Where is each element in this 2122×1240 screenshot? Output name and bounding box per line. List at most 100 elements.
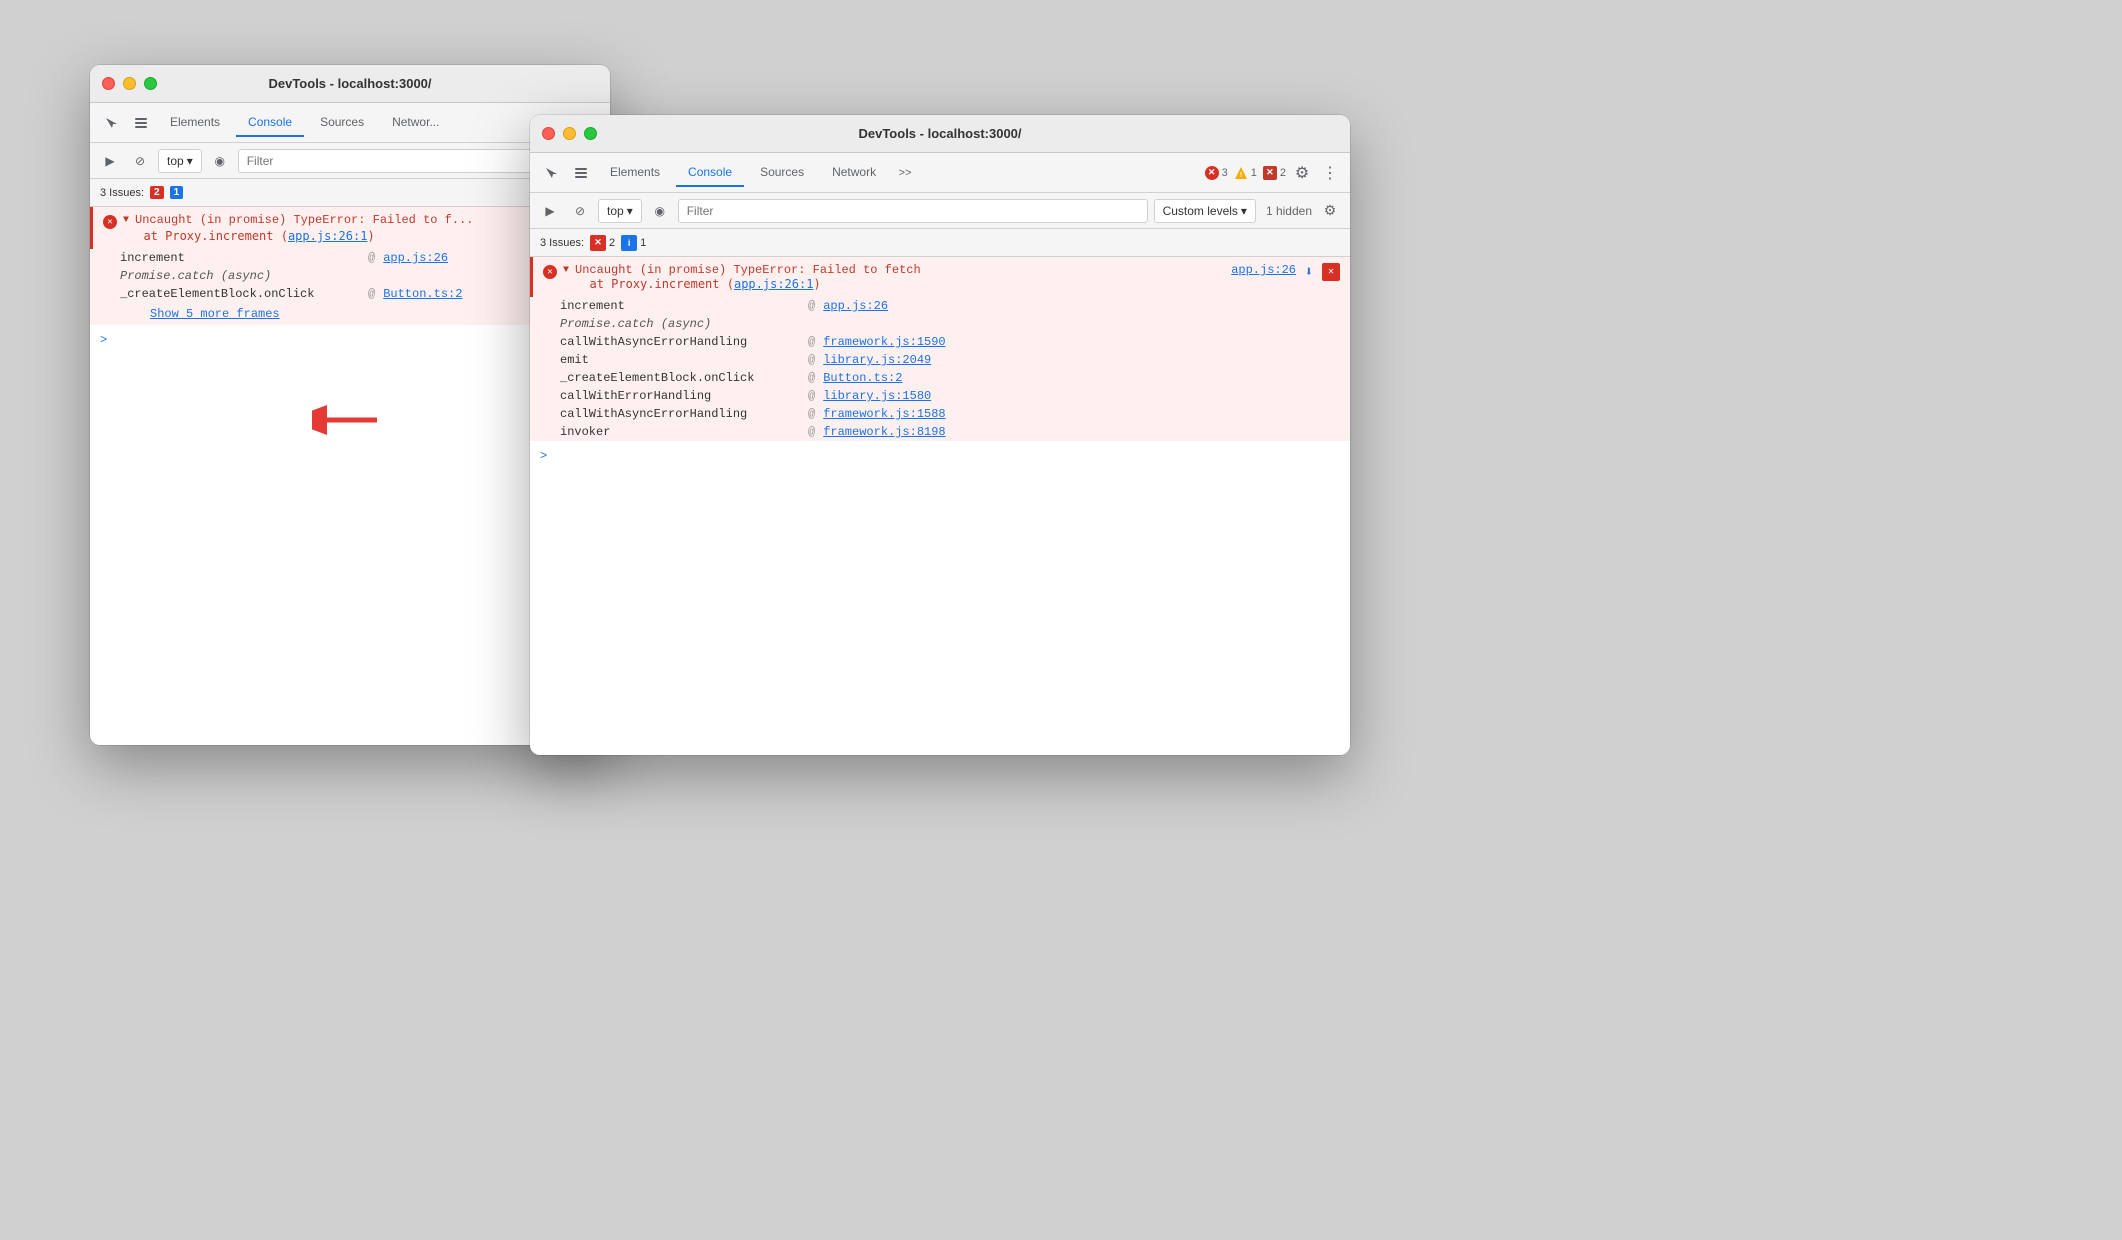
info-issues-badge-2: i 1 <box>621 235 646 251</box>
context-label-1: top <box>167 154 184 168</box>
title-bar-2: DevTools - localhost:3000/ <box>530 115 1350 153</box>
tab-network-1[interactable]: Networ... <box>380 109 451 137</box>
tab-sources-2[interactable]: Sources <box>748 159 816 187</box>
link-framework-8198-2[interactable]: framework.js:8198 <box>823 425 945 439</box>
close-button-1[interactable] <box>102 77 115 90</box>
error-badge-icon-2: ✕ <box>1205 166 1219 180</box>
context-chevron-1: ▾ <box>187 154 193 168</box>
error-entry-2: ✕ ▼ Uncaught (in promise) TypeError: Fai… <box>530 257 1350 297</box>
custom-levels-btn-2[interactable]: Custom levels ▾ <box>1154 199 1256 223</box>
eye-btn-2[interactable]: ◉ <box>648 199 672 223</box>
fn-emit-2: emit <box>560 353 800 367</box>
title-bar-1: DevTools - localhost:3000/ <box>90 65 610 103</box>
devtools-window-2: DevTools - localhost:3000/ Elements Cons… <box>530 115 1350 755</box>
download-icon-2[interactable]: ⬇ <box>1300 263 1318 281</box>
error-badge-count-2: 3 <box>1222 167 1228 179</box>
traffic-lights-2 <box>542 127 597 140</box>
fn-increment-1: increment <box>120 251 360 265</box>
context-label-2: top <box>607 204 624 218</box>
link-buttonts-2[interactable]: Button.ts:2 <box>823 371 902 385</box>
error-icon-1: ✕ <box>103 215 117 229</box>
link-library-2049-2[interactable]: library.js:2049 <box>823 353 931 367</box>
dismiss-icon-2[interactable]: ✕ <box>1322 263 1340 281</box>
link-framework-1588-2[interactable]: framework.js:1588 <box>823 407 945 421</box>
error-header-1: ✕ ▼ Uncaught (in promise) TypeError: Fai… <box>103 213 600 229</box>
fn-callwith-async-2-2: callWithAsyncErrorHandling <box>560 407 800 421</box>
error-link-2[interactable]: app.js:26:1 <box>734 277 813 291</box>
tab-network-2[interactable]: Network <box>820 159 888 187</box>
stack-row-promise-2: Promise.catch (async) <box>530 315 1350 333</box>
more-icon-2[interactable]: ⋮ <box>1318 161 1342 185</box>
info-badge-1: 1 <box>170 186 184 199</box>
info-count-1: 1 <box>170 186 184 199</box>
console-toolbar-2: ▶ ⊘ top ▾ ◉ Custom levels ▾ 1 hidden ⚙ <box>530 193 1350 229</box>
tab-console-2[interactable]: Console <box>676 159 744 187</box>
error-triangle-2: ▼ <box>563 265 569 276</box>
hidden-label-2: 1 hidden <box>1266 204 1312 218</box>
link-appjs-2[interactable]: app.js:26 <box>823 299 888 313</box>
error-badge2-count-2: 2 <box>1280 167 1286 179</box>
warn-triangle-icon-2: ! <box>1234 166 1248 180</box>
link-library-1580-2[interactable]: library.js:1580 <box>823 389 931 403</box>
svg-text:!: ! <box>1240 172 1242 179</box>
show-more-link-1[interactable]: Show 5 more frames <box>120 305 600 323</box>
stack-row-invoker-2: invoker @ framework.js:8198 <box>530 423 1350 441</box>
console-gear-icon-2[interactable]: ⚙ <box>1318 199 1342 223</box>
stack-row-increment-2: increment @ app.js:26 <box>530 297 1350 315</box>
red-arrow-annotation <box>312 395 392 450</box>
play-btn-2[interactable]: ▶ <box>538 199 562 223</box>
minimize-button-2[interactable] <box>563 127 576 140</box>
error-count-1: 2 <box>150 186 164 199</box>
block-btn-2[interactable]: ⊘ <box>568 199 592 223</box>
info-issues-icon-2: i <box>621 235 637 251</box>
layers-icon-2[interactable] <box>568 160 594 186</box>
minimize-button-1[interactable] <box>123 77 136 90</box>
tab-elements-1[interactable]: Elements <box>158 109 232 137</box>
window-title-1: DevTools - localhost:3000/ <box>268 76 431 91</box>
cursor-icon-2[interactable] <box>538 160 564 186</box>
file-link-2[interactable]: app.js:26 <box>1231 263 1296 281</box>
gear-icon-2[interactable]: ⚙ <box>1290 161 1314 185</box>
maximize-button-2[interactable] <box>584 127 597 140</box>
error-triangle-1: ▼ <box>123 215 129 226</box>
devtools-body-2: Elements Console Sources Network >> ✕ 3 … <box>530 153 1350 755</box>
block-btn-1[interactable]: ⊘ <box>128 149 152 173</box>
error-badge2-2: ✕ 2 <box>1263 166 1286 180</box>
error-badge2-icon-2: ✕ <box>1263 166 1277 180</box>
error-message-1: Uncaught (in promise) TypeError: Failed … <box>135 213 473 227</box>
context-dropdown-1[interactable]: top ▾ <box>158 149 202 173</box>
stack-row-callwith-async-1-2: callWithAsyncErrorHandling @ framework.j… <box>530 333 1350 351</box>
filter-input-2[interactable] <box>678 199 1148 223</box>
stack-row-callwith-error-2: callWithErrorHandling @ library.js:1580 <box>530 387 1350 405</box>
link-appjs-1[interactable]: app.js:26 <box>383 251 448 265</box>
custom-levels-chevron-2: ▾ <box>1241 204 1247 218</box>
console-prompt-2[interactable]: > <box>530 441 1350 471</box>
maximize-button-1[interactable] <box>144 77 157 90</box>
more-tabs-icon-2[interactable]: >> <box>892 160 918 186</box>
error-link-1[interactable]: app.js:26:1 <box>288 229 367 243</box>
link-framework-1590-2[interactable]: framework.js:1590 <box>823 335 945 349</box>
fn-promise-1: Promise.catch (async) <box>120 269 360 283</box>
error-location-2: at Proxy.increment (app.js:26:1) <box>575 277 1225 291</box>
tab-sources-1[interactable]: Sources <box>308 109 376 137</box>
link-buttonts-1[interactable]: Button.ts:2 <box>383 287 462 301</box>
error-icon-2: ✕ <box>543 265 557 279</box>
close-button-2[interactable] <box>542 127 555 140</box>
cursor-icon-1[interactable] <box>98 110 124 136</box>
fn-invoker-2: invoker <box>560 425 800 439</box>
error-header-2: ✕ ▼ Uncaught (in promise) TypeError: Fai… <box>543 263 1340 291</box>
fn-promise-2: Promise.catch (async) <box>560 317 800 331</box>
layers-icon-1[interactable] <box>128 110 154 136</box>
tab-elements-2[interactable]: Elements <box>598 159 672 187</box>
console-area-2: ✕ ▼ Uncaught (in promise) TypeError: Fai… <box>530 257 1350 755</box>
custom-levels-label-2: Custom levels <box>1163 204 1238 218</box>
eye-btn-1[interactable]: ◉ <box>208 149 232 173</box>
issues-bar-2: 3 Issues: ✕ 2 i 1 <box>530 229 1350 257</box>
context-dropdown-2[interactable]: top ▾ <box>598 199 642 223</box>
tab-console-1[interactable]: Console <box>236 109 304 137</box>
play-btn-1[interactable]: ▶ <box>98 149 122 173</box>
error-badge-2: ✕ 3 <box>1205 166 1228 180</box>
stack-row-create-2: _createElementBlock.onClick @ Button.ts:… <box>530 369 1350 387</box>
context-chevron-2: ▾ <box>627 204 633 218</box>
fn-callwith-error-2: callWithErrorHandling <box>560 389 800 403</box>
